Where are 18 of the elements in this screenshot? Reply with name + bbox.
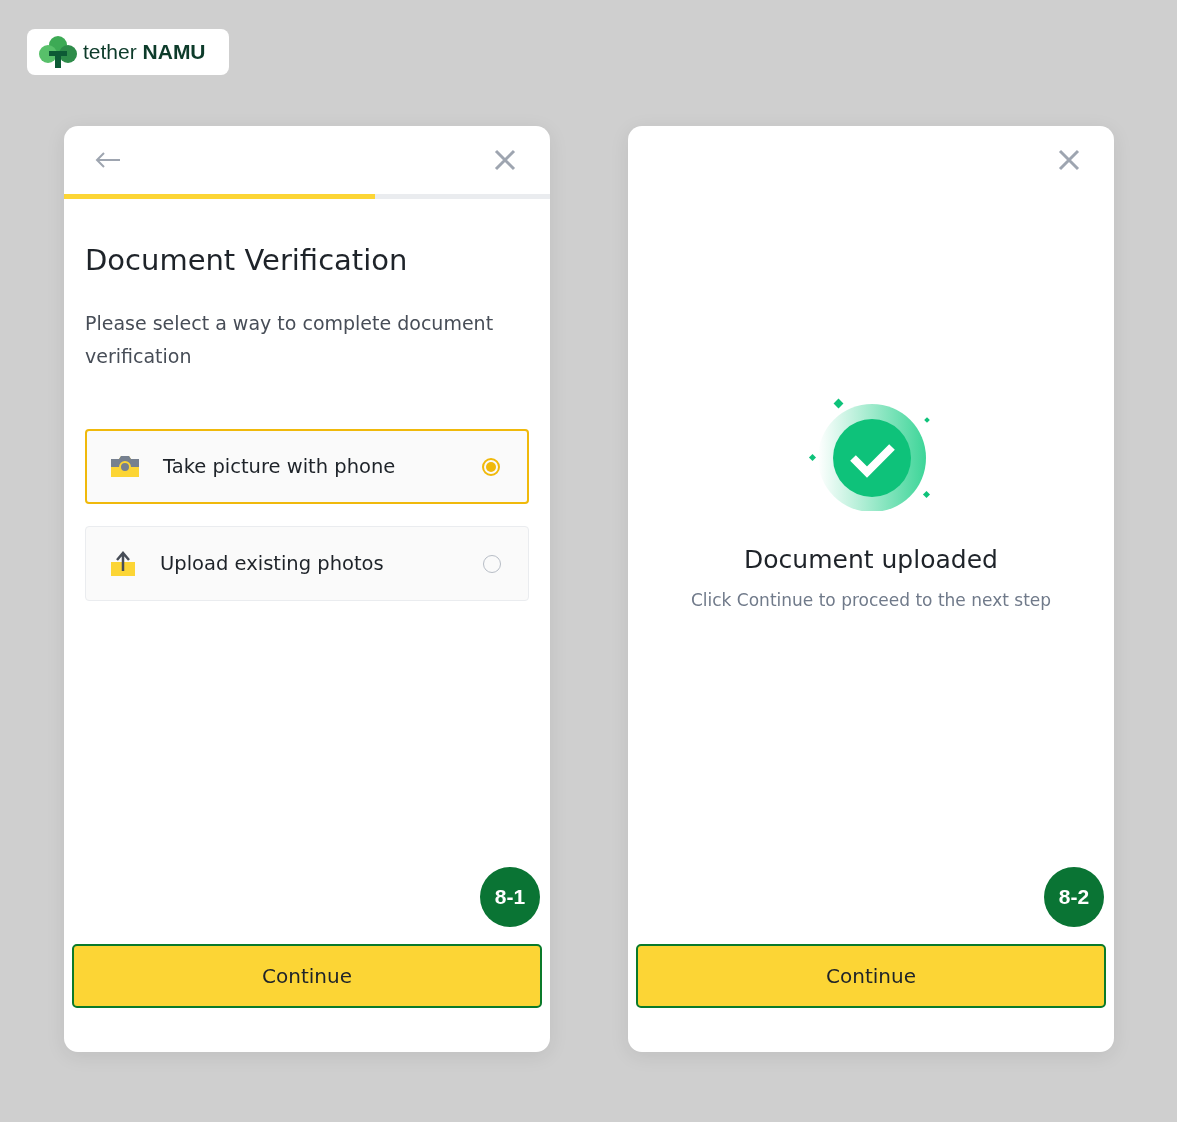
- logo-text: tether NAMU: [83, 40, 206, 64]
- back-button[interactable]: [94, 151, 122, 169]
- option-item[interactable]: Upload existing photos: [85, 526, 529, 601]
- close-button[interactable]: [1058, 149, 1080, 171]
- continue-button[interactable]: Continue: [636, 944, 1106, 1008]
- radio-button[interactable]: [482, 457, 500, 476]
- tree-logo-icon: [39, 35, 77, 69]
- camera-icon: [111, 454, 139, 479]
- screen-title: Document Verification: [85, 243, 409, 277]
- continue-button[interactable]: Continue: [72, 944, 542, 1008]
- close-button[interactable]: [494, 149, 516, 171]
- step-badge: 8-2: [1044, 867, 1104, 927]
- upload-icon: [110, 550, 136, 577]
- option-item[interactable]: Take picture with phone: [85, 429, 529, 504]
- description-text: Please select a way to complete document verification: [85, 311, 495, 369]
- description-text: Click Continue to proceed to the next step: [690, 590, 1052, 610]
- step-badge: 8-1: [480, 867, 540, 927]
- screen-title: Document uploaded: [744, 545, 998, 574]
